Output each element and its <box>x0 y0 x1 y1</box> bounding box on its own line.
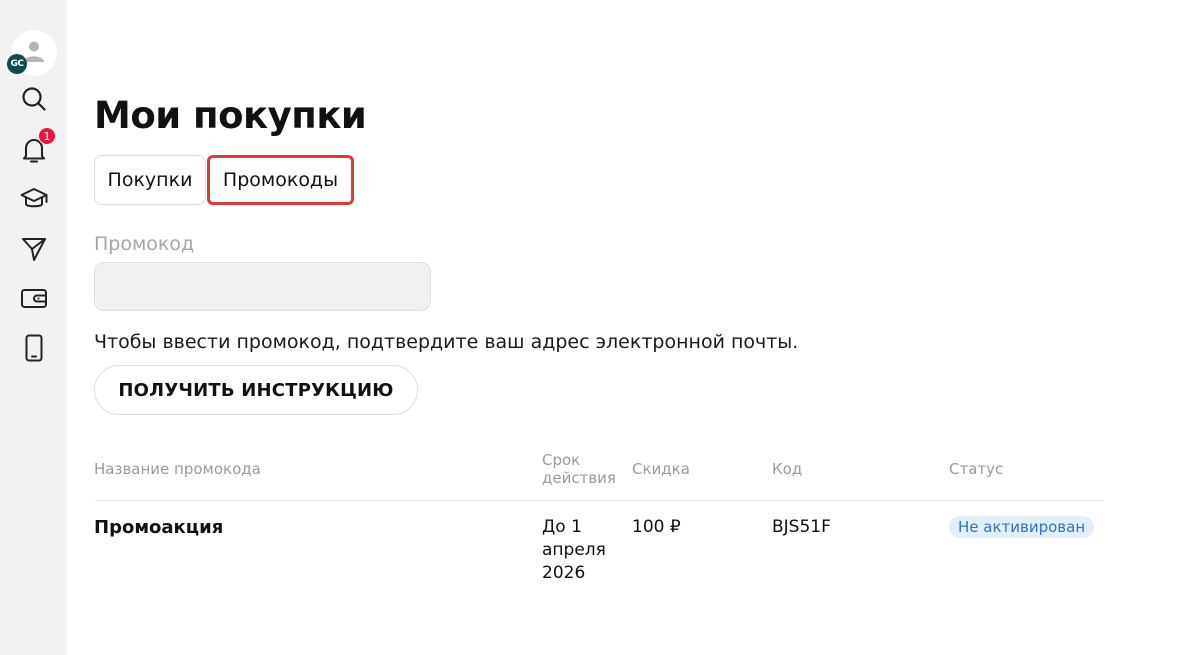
education-button[interactable] <box>19 186 49 216</box>
column-header-validity: Срок действия <box>542 451 616 487</box>
messages-button[interactable] <box>19 236 49 266</box>
status-badge: Не активирован <box>949 516 1095 538</box>
promo-validity-line1: До 1 <box>542 517 582 537</box>
promo-code-input[interactable] <box>94 262 431 311</box>
column-header-validity-line2: действия <box>542 469 616 487</box>
column-header-validity-line1: Срок <box>542 451 581 469</box>
table-divider <box>94 500 1104 501</box>
mobile-app-button[interactable] <box>19 334 49 366</box>
graduation-cap-icon <box>20 186 48 216</box>
column-header-discount: Скидка <box>632 460 690 478</box>
column-header-status: Статус <box>949 460 1004 478</box>
tab-promocodes[interactable]: Промокоды <box>207 155 354 205</box>
get-instructions-button[interactable]: ПОЛУЧИТЬ ИНСТРУКЦИЮ <box>94 365 418 415</box>
notification-count-badge: 1 <box>38 127 56 145</box>
email-confirm-hint: Чтобы ввести промокод, подтвердите ваш а… <box>94 331 799 353</box>
promo-validity-line2: апреля <box>542 540 606 560</box>
column-header-name: Название промокода <box>94 460 261 478</box>
sidebar: GC 1 <box>0 0 67 655</box>
phone-icon <box>24 334 44 366</box>
wallet-button[interactable] <box>19 285 49 315</box>
promo-code-cell: BJS51F <box>772 517 831 537</box>
promo-name-cell: Промоакция <box>94 517 224 538</box>
search-button[interactable] <box>19 86 49 116</box>
column-header-code: Код <box>772 460 803 478</box>
search-icon <box>21 86 47 116</box>
wallet-icon <box>20 286 48 314</box>
paper-plane-icon <box>21 236 47 266</box>
promo-code-label: Промокод <box>94 233 195 255</box>
promo-validity-cell: До 1 апреля 2026 <box>542 516 606 585</box>
promo-validity-line3: 2026 <box>542 563 586 583</box>
avatar-initials-badge: GC <box>7 54 27 74</box>
page-title: Мои покупки <box>94 94 367 137</box>
tab-purchases[interactable]: Покупки <box>94 155 206 205</box>
promo-discount-cell: 100 ₽ <box>632 517 681 537</box>
